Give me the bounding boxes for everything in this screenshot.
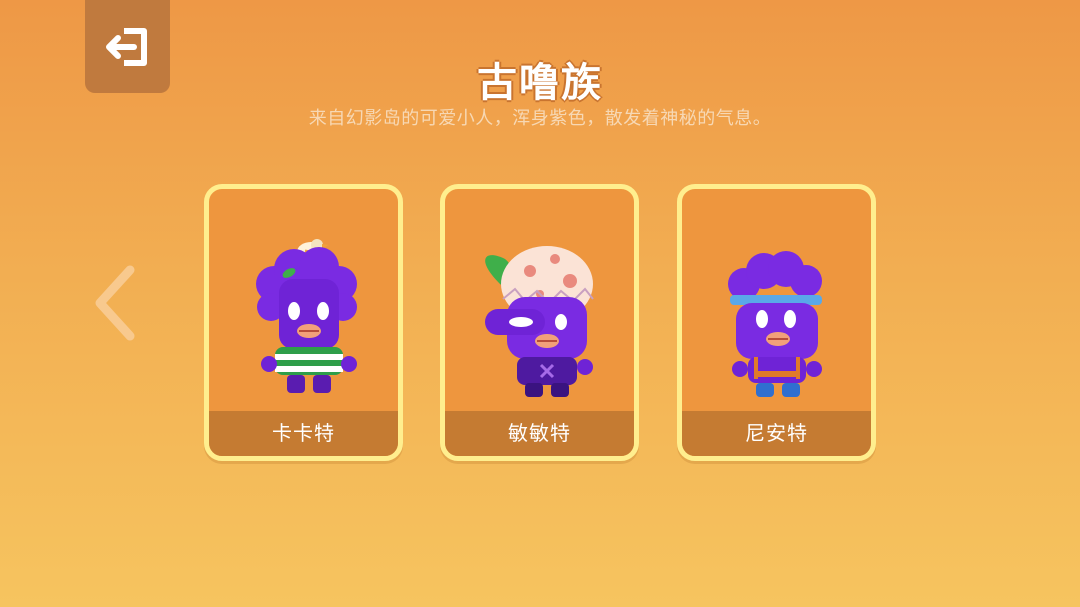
character-niante-illustration	[728, 251, 822, 397]
character-minminte-illustration	[485, 246, 594, 397]
character-card-niante[interactable]: 尼安特	[677, 184, 876, 461]
character-kakate-illustration	[256, 239, 357, 393]
page-subtitle: 来自幻影岛的可爱小人，浑身紫色，散发着神秘的气息。	[308, 108, 772, 129]
character-name: 尼安特	[682, 411, 871, 456]
character-card-kakate[interactable]: 卡卡特	[204, 184, 403, 461]
character-card-minminte[interactable]: 敏敏特	[440, 184, 639, 461]
character-name: 卡卡特	[209, 411, 398, 456]
page-title: 古噜族	[477, 60, 603, 106]
prev-page-button[interactable]	[90, 262, 140, 344]
chevron-left-icon	[95, 265, 135, 341]
character-name: 敏敏特	[445, 411, 634, 456]
